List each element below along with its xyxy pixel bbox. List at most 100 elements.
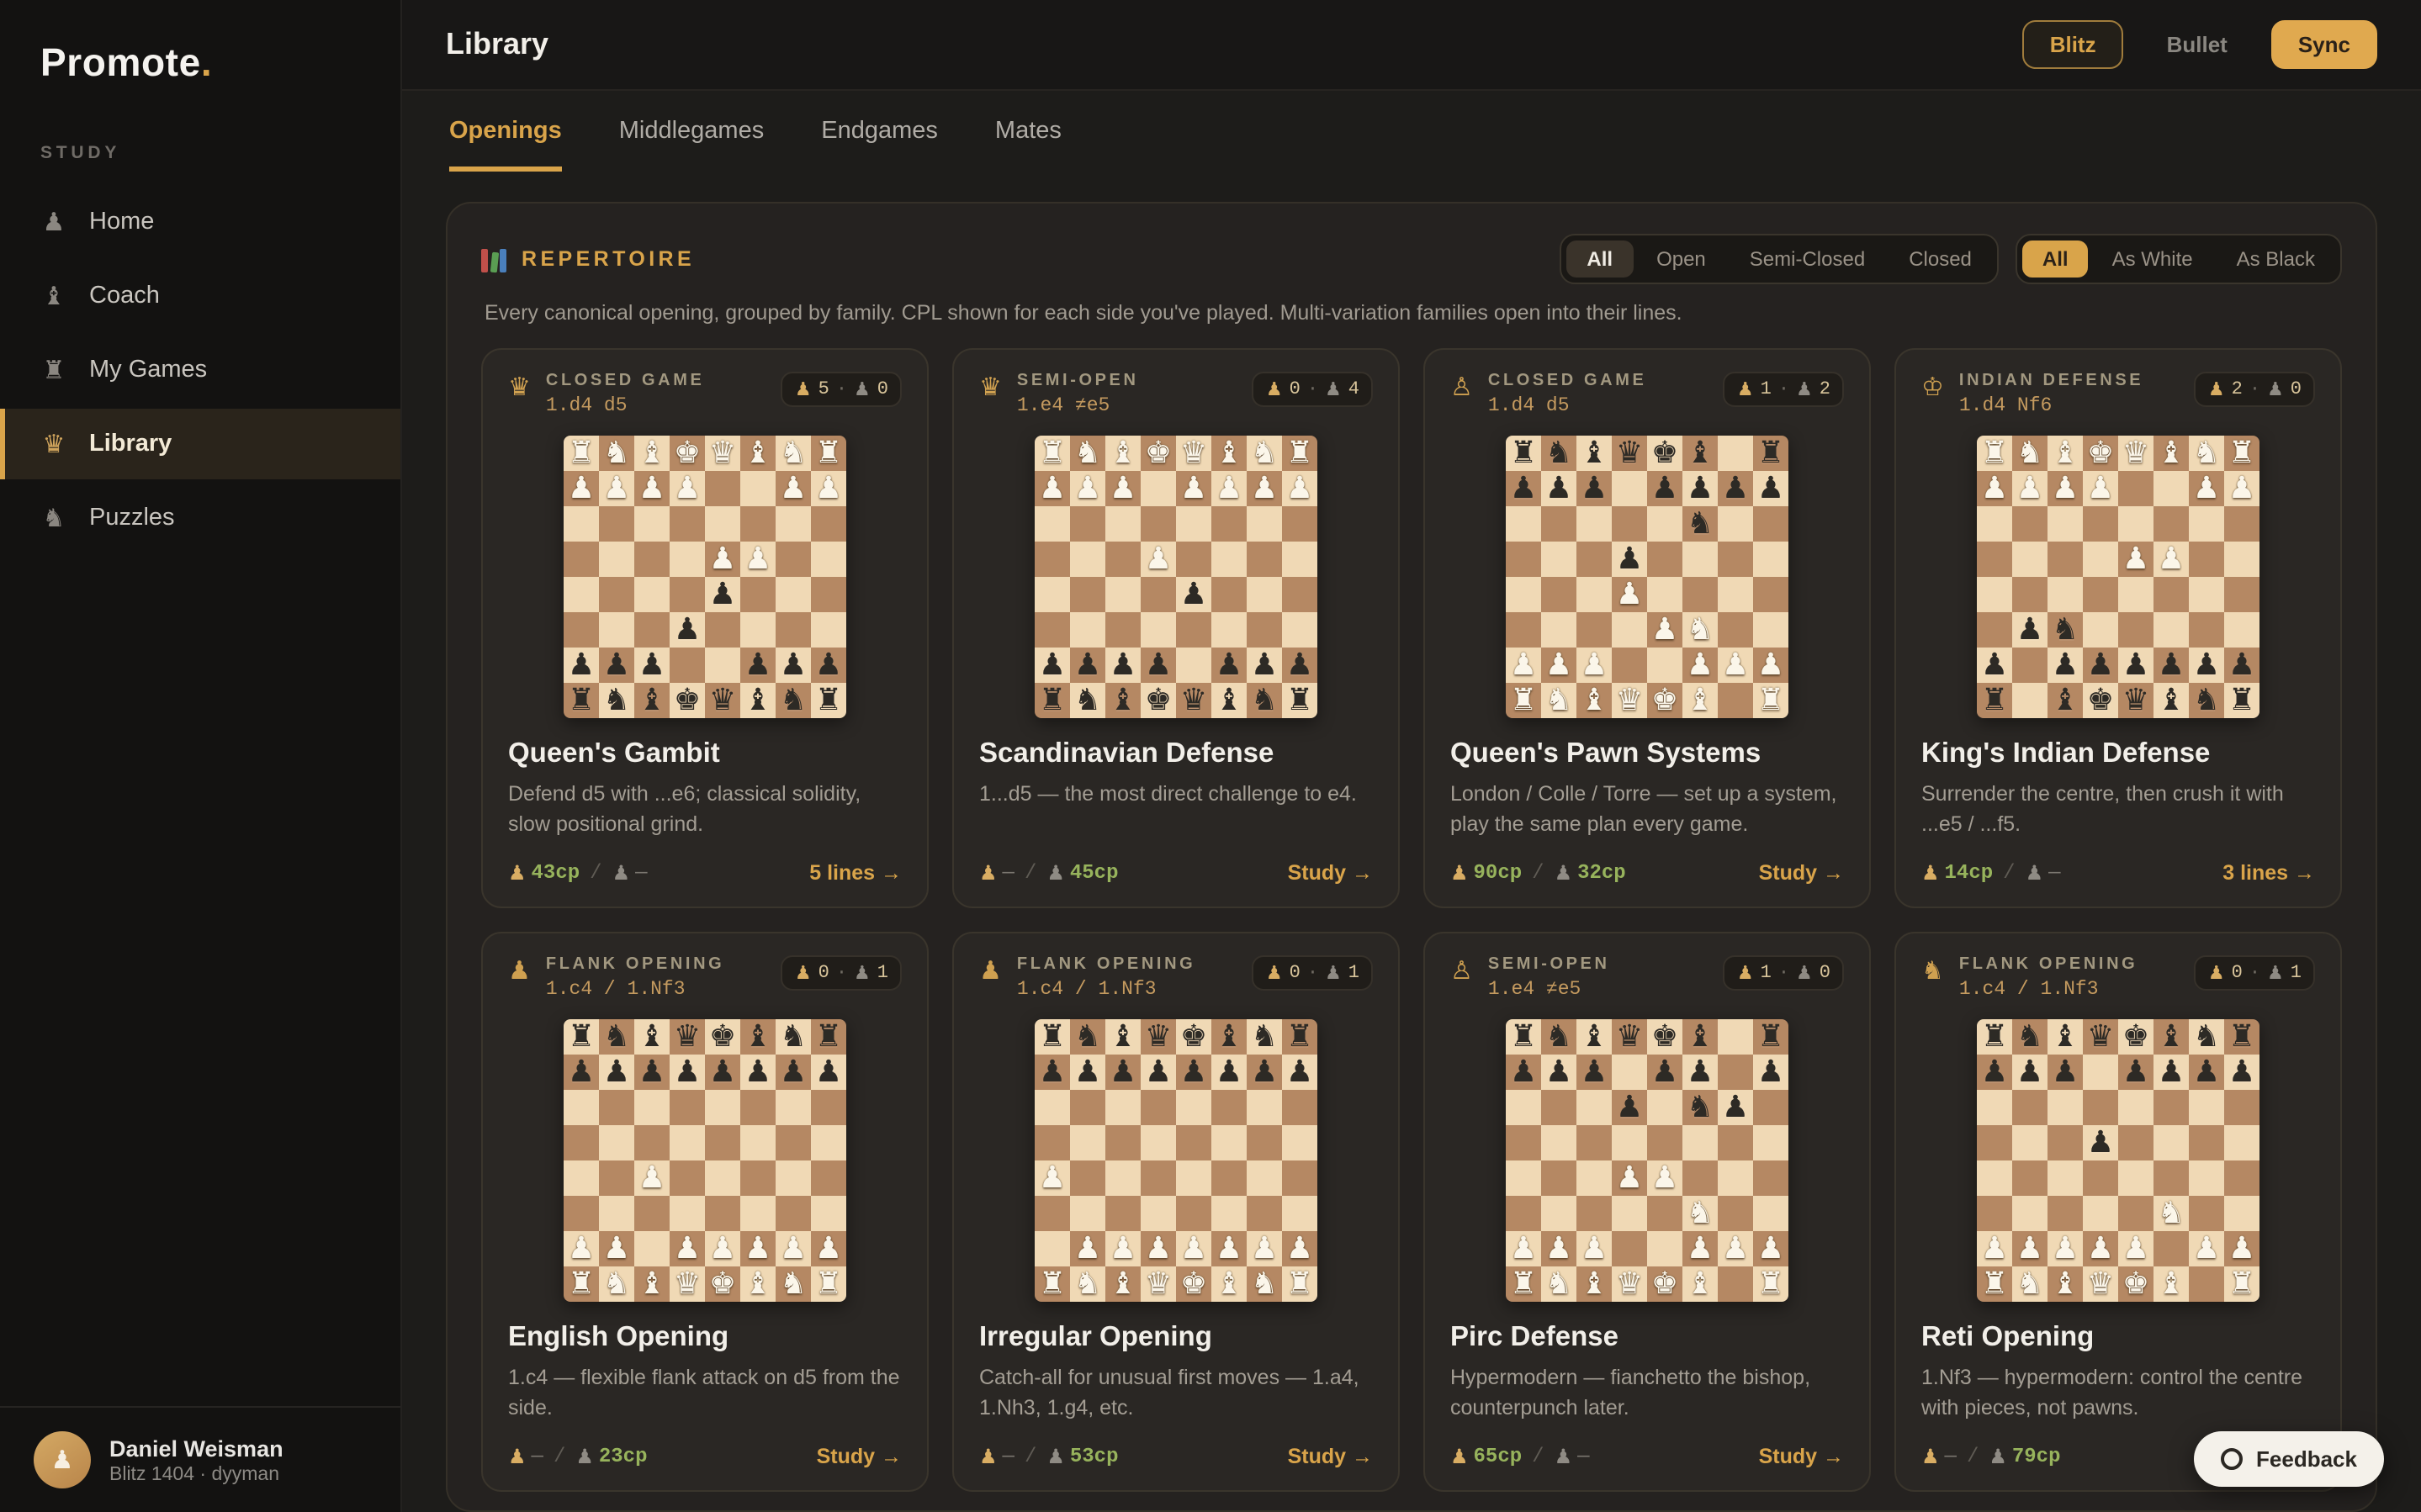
board-square — [599, 506, 634, 542]
study-link[interactable]: Study → — [1759, 861, 1844, 885]
black-piece-icon: ♟ — [1251, 1055, 1278, 1090]
sync-button[interactable]: Sync — [2271, 20, 2377, 69]
board-square — [1247, 577, 1282, 612]
white-piece-icon: ♟ — [1581, 1231, 1608, 1266]
filter-1-open[interactable]: Open — [1636, 241, 1726, 278]
board-square: ♟ — [1506, 1231, 1541, 1266]
card-moves: 1.d4 Nf6 — [1959, 395, 2143, 417]
black-piece-icon: ♟ — [2052, 648, 2079, 683]
board-square: ♟ — [2118, 1055, 2153, 1090]
tab-endgames[interactable]: Endgames — [821, 91, 938, 172]
filter-2-all[interactable]: All — [2022, 241, 2089, 278]
white-piece-icon: ♛ — [674, 1266, 701, 1302]
bullet-button[interactable]: Bullet — [2140, 20, 2254, 69]
study-link[interactable]: Study → — [1288, 1445, 1373, 1468]
filter-1-semi-closed[interactable]: Semi-Closed — [1730, 241, 1885, 278]
feedback-button[interactable]: Feedback — [2194, 1431, 2384, 1487]
avatar: ♟ — [34, 1431, 91, 1488]
opening-card-scandinavian-defense[interactable]: ♛SEMI-OPEN1.e4 ≠e5♟0·♟4♜♞♝♚♛♝♞♜♟♟♟♟♟♟♟♟♟… — [952, 348, 1400, 908]
panel-title-wrap: REPERTOIRE — [481, 246, 695, 272]
board-square — [776, 542, 811, 577]
board-square — [1718, 612, 1753, 648]
study-link[interactable]: Study → — [1288, 861, 1373, 885]
opening-card-queen-s-pawn-systems[interactable]: ♙CLOSED GAME1.d4 d5♟1·♟2♜♞♝♛♚♝♜♟♟♟♟♟♟♟♞♟… — [1423, 348, 1871, 908]
board-square: ♞ — [1247, 683, 1282, 718]
board-square: ♟ — [2189, 648, 2224, 683]
sidebar-item-label: Coach — [89, 283, 160, 309]
black-piece-icon: ♟ — [2087, 1125, 2114, 1160]
user-block[interactable]: ♟ Daniel Weisman Blitz 1404 · dyyman — [0, 1406, 400, 1512]
tab-openings[interactable]: Openings — [449, 91, 562, 172]
white-piece-icon: ♛ — [1616, 1266, 1643, 1302]
opening-card-english-opening[interactable]: ♟FLANK OPENING1.c4 / 1.Nf3♟0·♟1♜♞♝♛♚♝♞♜♟… — [481, 932, 929, 1492]
3-lines-link[interactable]: 3 lines → — [2222, 861, 2315, 885]
tab-mates[interactable]: Mates — [995, 91, 1062, 172]
filter-1-closed[interactable]: Closed — [1889, 241, 1992, 278]
board-square — [1753, 1125, 1788, 1160]
black-piece-icon: ♟ — [2193, 1055, 2220, 1090]
white-piece-icon: ♟ — [1545, 648, 1572, 683]
white-piece-icon: ♟ — [1145, 542, 1172, 577]
black-piece-icon: ♜ — [815, 1019, 842, 1055]
opening-card-irregular-opening[interactable]: ♟FLANK OPENING1.c4 / 1.Nf3♟0·♟1♜♞♝♛♚♝♞♜♟… — [952, 932, 1400, 1492]
board-square: ♛ — [1141, 1266, 1176, 1302]
black-cpl: ♟45cp — [1046, 861, 1118, 885]
white-line-count: 0 — [1290, 379, 1301, 399]
white-piece-icon: ♟ — [1616, 577, 1643, 612]
opening-card-king-s-indian-defense[interactable]: ♔INDIAN DEFENSE1.d4 Nf6♟2·♟0♜♞♝♚♛♝♞♜♟♟♟♟… — [1894, 348, 2342, 908]
white-cpl-value: — — [532, 1445, 543, 1468]
black-piece-icon: ♚ — [2122, 1019, 2149, 1055]
board-square: ♛ — [1612, 683, 1647, 718]
board-square: ♚ — [2118, 1266, 2153, 1302]
white-piece-icon: ♟ — [780, 471, 807, 506]
pawn-icon: ♟ — [508, 955, 531, 1001]
black-piece-icon: ♟ — [1216, 1055, 1242, 1090]
black-piece-icon: ♜ — [1039, 1019, 1066, 1055]
sidebar-item-home[interactable]: ♟Home — [0, 187, 400, 257]
white-pawn-icon: ♟ — [795, 962, 812, 984]
black-cpl-value: 53cp — [1070, 1445, 1119, 1468]
blitz-button[interactable]: Blitz — [2023, 20, 2123, 69]
board-square — [811, 542, 846, 577]
black-piece-icon: ♝ — [1581, 436, 1608, 471]
filter-2-as-white[interactable]: As White — [2092, 241, 2213, 278]
white-piece-icon: ♟ — [1510, 1231, 1537, 1266]
opening-card-pirc-defense[interactable]: ♙SEMI-OPEN1.e4 ≠e5♟1·♟0♜♞♝♛♚♝♜♟♟♟♟♟♟♟♞♟♟… — [1423, 932, 1871, 1492]
white-piece-icon: ♟ — [2228, 1231, 2255, 1266]
board-square: ♟ — [1247, 648, 1282, 683]
filter-2-as-black[interactable]: As Black — [2217, 241, 2335, 278]
study-link[interactable]: Study → — [817, 1445, 902, 1468]
app: Promote. STUDY ♟Home♝Coach♜My Games♛Libr… — [0, 0, 2421, 1512]
board-square — [1105, 542, 1141, 577]
board-square — [740, 1196, 776, 1231]
black-piece-icon: ♟ — [2016, 612, 2043, 648]
study-link[interactable]: Study → — [1759, 1445, 1844, 1468]
filter-1-all[interactable]: All — [1566, 241, 1633, 278]
board-square: ♞ — [1247, 1266, 1282, 1302]
board-square — [1612, 1231, 1647, 1266]
white-piece-icon: ♜ — [1039, 1266, 1066, 1302]
sidebar-item-coach[interactable]: ♝Coach — [0, 261, 400, 331]
white-piece-icon: ♞ — [1545, 1266, 1572, 1302]
black-piece-icon: ♚ — [1180, 1019, 1207, 1055]
5-lines-link[interactable]: 5 lines → — [809, 861, 902, 885]
board-square: ♚ — [1647, 683, 1682, 718]
black-piece-icon: ♞ — [1545, 436, 1572, 471]
black-piece-icon: ♜ — [1981, 683, 2008, 718]
tab-middlegames[interactable]: Middlegames — [619, 91, 765, 172]
board-square — [811, 577, 846, 612]
badge-separator: · — [836, 379, 847, 399]
sidebar-item-library[interactable]: ♛Library — [0, 409, 400, 479]
black-piece-icon: ♟ — [1286, 648, 1313, 683]
sidebar-item-my-games[interactable]: ♜My Games — [0, 335, 400, 405]
board-square: ♜ — [1035, 1266, 1070, 1302]
black-piece-icon: ♝ — [1110, 1019, 1136, 1055]
opening-card-queen-s-gambit[interactable]: ♛CLOSED GAME1.d4 d5♟5·♟0♜♞♝♚♛♝♞♜♟♟♟♟♟♟♟♟… — [481, 348, 929, 908]
white-line-count: 0 — [2232, 963, 2243, 983]
board-square — [2048, 1090, 2083, 1125]
opening-card-reti-opening[interactable]: ♞FLANK OPENING1.c4 / 1.Nf3♟0·♟1♜♞♝♛♚♝♞♜♟… — [1894, 932, 2342, 1492]
board-square — [1506, 506, 1541, 542]
badge-separator: · — [1307, 963, 1318, 983]
white-piece-icon: ♜ — [2228, 436, 2255, 471]
sidebar-item-puzzles[interactable]: ♞Puzzles — [0, 483, 400, 553]
